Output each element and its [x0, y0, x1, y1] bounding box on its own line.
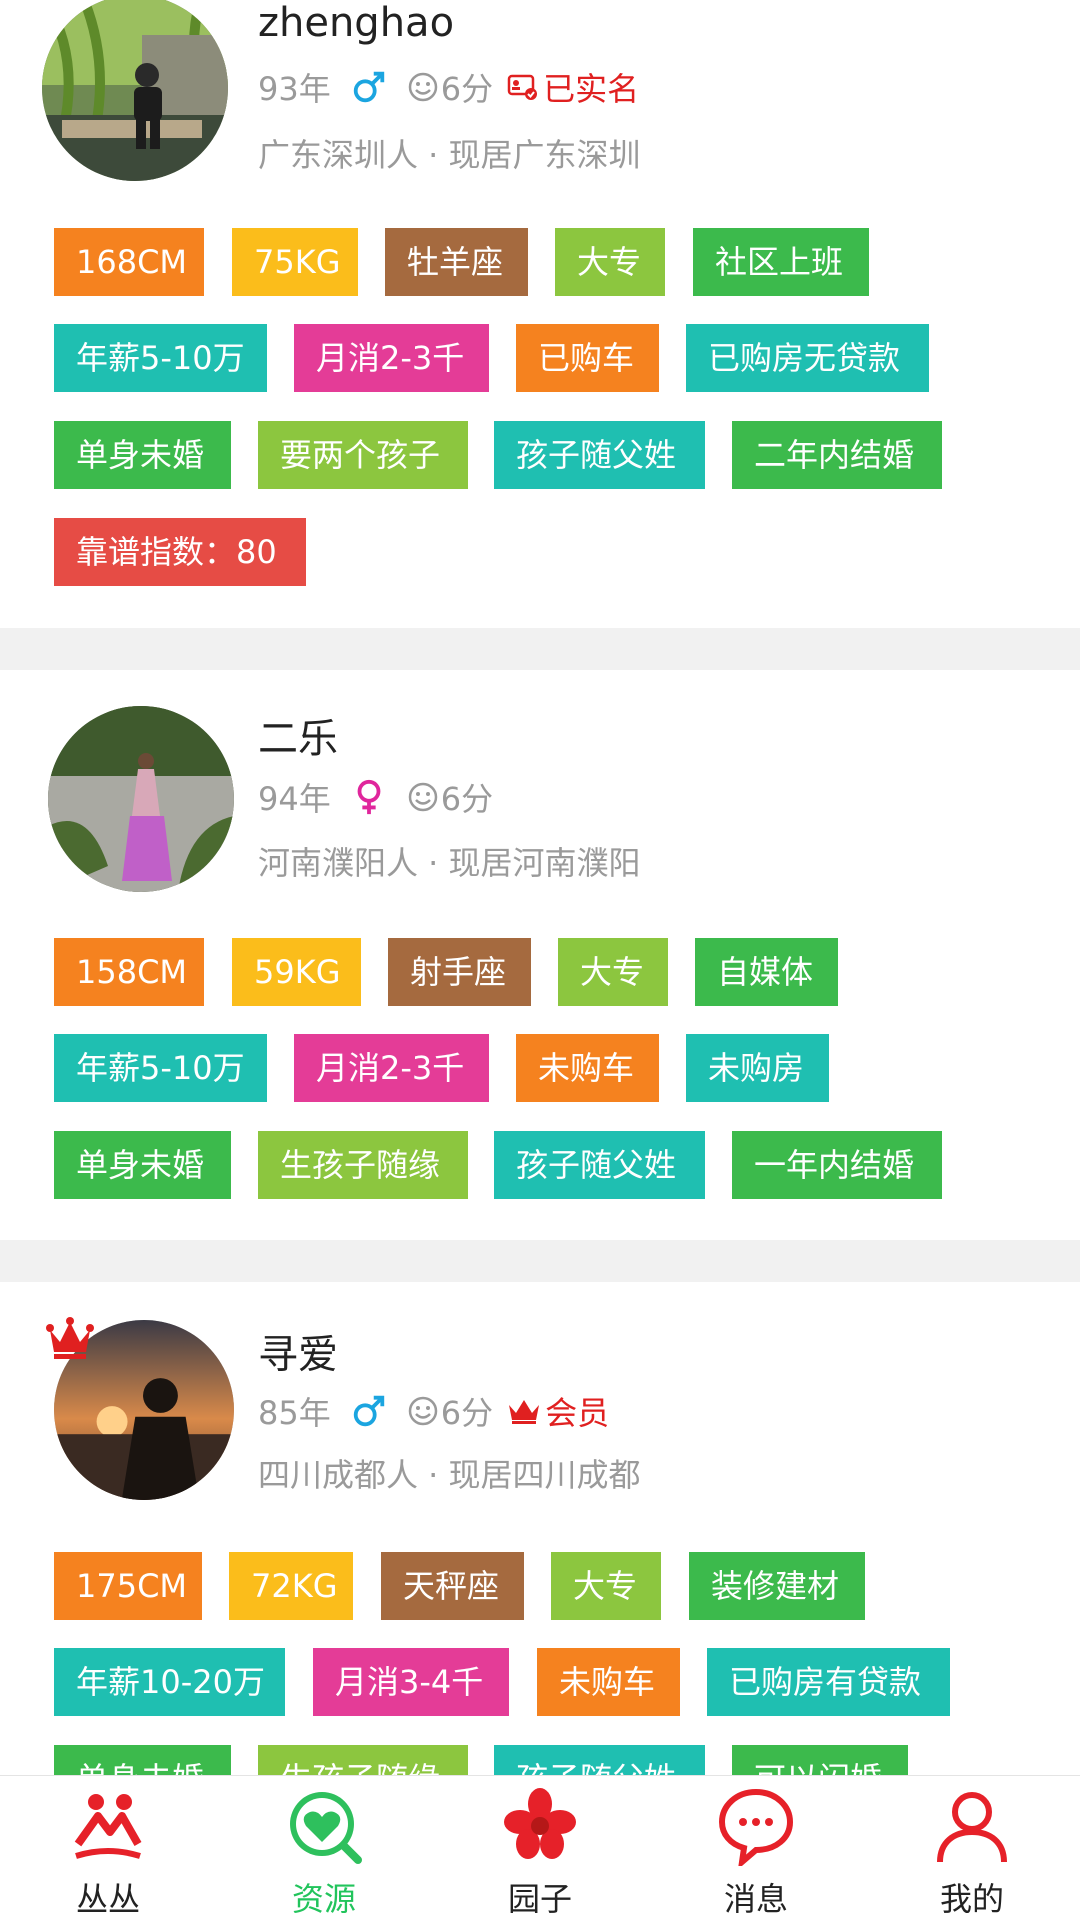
tag: 月消3-4千: [313, 1648, 509, 1716]
tag: 175CM: [54, 1552, 202, 1620]
tag: 年薪5-10万: [54, 1034, 267, 1102]
birth-year: 93年: [258, 70, 331, 108]
tag: 年薪10-20万: [54, 1648, 285, 1716]
tag: 75KG: [232, 228, 358, 296]
tag: 天秤座: [381, 1552, 524, 1620]
verified-badge: 已实名: [507, 64, 639, 110]
tab-resources[interactable]: 资源: [216, 1776, 432, 1921]
tag: 已购房有贷款: [707, 1648, 950, 1716]
profile-location: 河南濮阳人 · 现居河南濮阳: [258, 844, 641, 882]
tab-label: 园子: [507, 1880, 572, 1918]
profile-name: 寻爱: [258, 1332, 338, 1378]
tag: 大专: [558, 938, 668, 1006]
tag: 单身未婚: [54, 1745, 231, 1775]
tag: 大专: [555, 228, 665, 296]
tag: 月消2-3千: [294, 1034, 489, 1102]
tag: 生孩子随缘: [258, 1131, 468, 1199]
crown-icon: [46, 1317, 94, 1359]
tag: 单身未婚: [54, 1131, 231, 1199]
tag: 168CM: [54, 228, 204, 296]
tag: 未购房: [686, 1034, 829, 1102]
male-icon: [349, 67, 389, 107]
tab-label: 消息: [723, 1880, 788, 1918]
card-separator: [0, 1240, 1080, 1282]
tab-garden[interactable]: 园子: [432, 1776, 648, 1921]
score: 6分: [440, 1394, 494, 1432]
tag: 大专: [551, 1552, 661, 1620]
tag: 装修建材: [689, 1552, 865, 1620]
profile-meta: 85年 6分 会员: [258, 1386, 609, 1436]
member-badge: 会员: [507, 1388, 609, 1434]
tag: 社区上班: [693, 228, 869, 296]
verified-label: 已实名: [543, 70, 640, 108]
tag: 月消2-3千: [294, 324, 489, 392]
tag: 未购车: [537, 1648, 680, 1716]
score: 6分: [440, 780, 494, 818]
tab-label: 丛丛: [75, 1880, 140, 1918]
tag: 二年内结婚: [732, 421, 942, 489]
tag: 射手座: [388, 938, 531, 1006]
member-label: 会员: [545, 1394, 610, 1432]
profile-name: 二乐: [258, 716, 338, 762]
bottom-tab-bar: 丛丛 资源 园子 消息 我的: [0, 1775, 1080, 1921]
heart-search-icon: [290, 1792, 362, 1864]
profile-location: 广东深圳人 · 现居广东深圳: [258, 136, 641, 174]
tag: 牡羊座: [385, 228, 528, 296]
tag: 孩子随父姓: [494, 1745, 705, 1775]
birth-year: 94年: [258, 780, 331, 818]
id-card-icon: [507, 74, 538, 100]
tag: 158CM: [54, 938, 204, 1006]
tag: 孩子随父姓: [494, 421, 705, 489]
tag: 已购房无贷款: [686, 324, 929, 392]
profile-name: zhenghao: [258, 0, 455, 46]
avatar[interactable]: [42, 0, 228, 181]
tag: 一年内结婚: [732, 1131, 942, 1199]
couple-icon: [74, 1794, 142, 1859]
score: 6分: [440, 70, 494, 108]
tag: 孩子随父姓: [494, 1131, 705, 1199]
smile-icon: [407, 71, 439, 103]
tab-label: 资源: [291, 1880, 356, 1918]
profile-meta: 94年 6分: [258, 772, 493, 822]
smile-icon: [407, 781, 439, 813]
tab-me[interactable]: 我的: [864, 1776, 1080, 1921]
smile-icon: [407, 1395, 439, 1427]
tag: 单身未婚: [54, 421, 231, 489]
tag: 年薪5-10万: [54, 324, 267, 392]
crown-icon: [509, 1400, 540, 1424]
tag: 未购车: [516, 1034, 659, 1102]
tag: 可以闪婚: [732, 1745, 908, 1775]
reliability-tag: 靠谱指数：80: [54, 518, 306, 586]
birth-year: 85年: [258, 1394, 331, 1432]
tag: 59KG: [232, 938, 361, 1006]
profile-meta: 93年 6分 已实名: [258, 62, 639, 112]
chat-bubble-icon: [718, 1788, 794, 1866]
male-icon: [349, 1391, 389, 1431]
tag: 要两个孩子: [258, 421, 468, 489]
profile-card[interactable]: zhenghao 93年 6分 已实名 广东深圳人 · 现居广东深圳 168CM…: [0, 0, 1080, 628]
person-icon: [937, 1792, 1007, 1863]
profile-location: 四川成都人 · 现居四川成都: [258, 1456, 641, 1494]
card-separator: [0, 628, 1080, 670]
profile-card[interactable]: 寻爱 85年 6分 会员 四川成都人 · 现居四川成都 175CM 72KG 天…: [0, 1282, 1080, 1775]
profile-feed[interactable]: zhenghao 93年 6分 已实名 广东深圳人 · 现居广东深圳 168CM…: [0, 0, 1080, 1775]
avatar[interactable]: [48, 706, 234, 892]
tag: 72KG: [229, 1552, 353, 1620]
tag: 生孩子随缘: [258, 1745, 468, 1775]
tag: 自媒体: [695, 938, 838, 1006]
tab-messages[interactable]: 消息: [648, 1776, 864, 1921]
tab-label: 我的: [939, 1880, 1004, 1918]
tag: 已购车: [516, 324, 659, 392]
female-icon: [349, 777, 389, 817]
profile-card[interactable]: 二乐 94年 6分 河南濮阳人 · 现居河南濮阳 158CM 59KG 射手座 …: [0, 670, 1080, 1240]
tab-congcong[interactable]: 丛丛: [0, 1776, 216, 1921]
flower-icon: [504, 1788, 576, 1859]
